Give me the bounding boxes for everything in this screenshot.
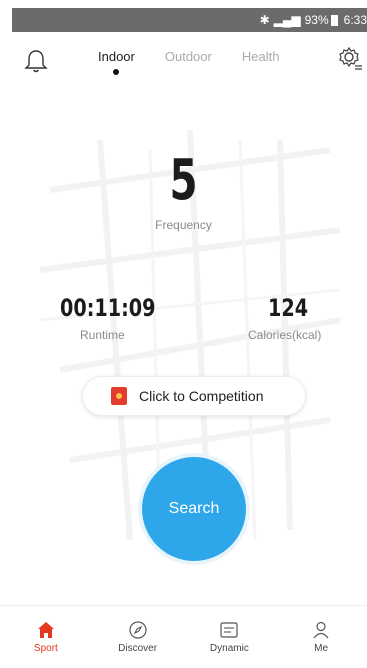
top-bar: Indoor Outdoor Health [0,38,367,82]
settings-gear-icon[interactable] [338,46,364,72]
frequency-label: Frequency [155,218,212,232]
signal-icon: ▂▄▆ [273,13,301,27]
dynamic-icon [220,622,238,638]
tab-indoor[interactable]: Indoor [98,49,135,75]
bottom-nav: Sport Discover Dynamic Me [0,605,367,668]
battery-icon [330,14,338,26]
status-bar: ✱ ▂▄▆ 93% 6:33 [12,8,367,32]
nav-item-sport[interactable]: Sport [0,606,92,668]
nav-label-sport: Sport [33,643,58,654]
compass-icon [129,621,147,639]
search-ring: Search [138,453,250,565]
nav-item-me[interactable]: Me [275,606,367,668]
nav-item-discover[interactable]: Discover [92,606,184,668]
calories-value: 124 [268,294,309,322]
red-packet-icon [111,387,127,405]
sport-tabs: Indoor Outdoor Health [98,49,309,75]
status-time: 6:33 [343,13,367,27]
competition-button[interactable]: Click to Competition [82,376,306,416]
tab-outdoor[interactable]: Outdoor [165,49,212,64]
nav-item-dynamic[interactable]: Dynamic [184,606,276,668]
bluetooth-icon: ✱ [259,13,270,27]
tab-health[interactable]: Health [242,49,280,64]
search-button[interactable]: Search [142,457,246,561]
bell-icon[interactable] [24,48,48,74]
nav-label-me: Me [314,643,329,654]
runtime-value: 00:11:09 [60,294,156,322]
frequency-value: 5 [169,148,198,213]
calories-label: Calories(kcal) [248,328,322,342]
runtime-label: Runtime [80,328,125,342]
home-icon [37,622,54,638]
competition-label: Click to Competition [139,388,264,404]
battery-percentage: 93% [304,13,329,27]
nav-label-dynamic: Dynamic [209,643,249,654]
user-icon [313,621,329,639]
nav-label-discover: Discover [118,643,158,654]
